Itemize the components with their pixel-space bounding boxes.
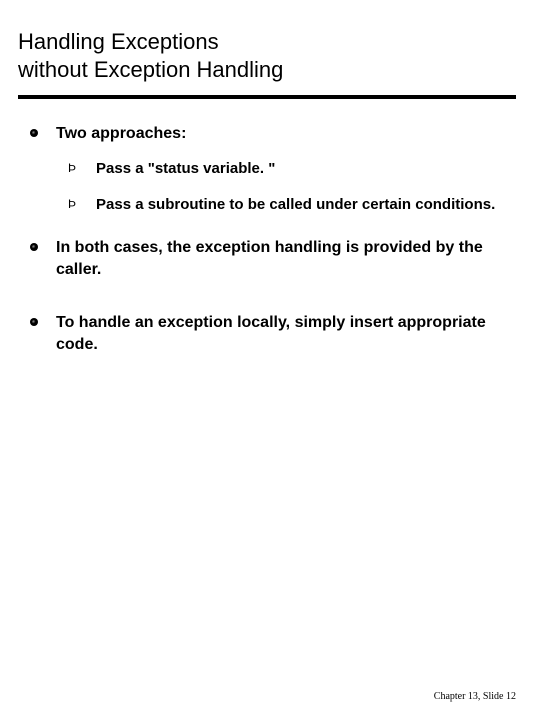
spacer [30, 294, 516, 312]
bullet-item: Two approaches: [30, 123, 516, 145]
sub-bullet-item: Þ Pass a subroutine to be called under c… [68, 195, 516, 215]
slide-footer: Chapter 13, Slide 12 [434, 691, 516, 702]
slide: Handling Exceptions without Exception Ha… [0, 0, 540, 720]
bullet-item: In both cases, the exception handling is… [30, 237, 516, 280]
title-line-2: without Exception Handling [18, 57, 283, 82]
bullet-text: Two approaches: [56, 123, 186, 145]
sub-bullet-icon: Þ [68, 162, 82, 179]
slide-content: Two approaches: Þ Pass a "status variabl… [18, 123, 516, 355]
sub-bullet-text: Pass a subroutine to be called under cer… [96, 195, 495, 215]
title-divider [18, 95, 516, 99]
sub-bullet-list: Þ Pass a "status variable. " Þ Pass a su… [68, 159, 516, 216]
slide-title: Handling Exceptions without Exception Ha… [18, 28, 516, 83]
sub-bullet-icon: Þ [68, 198, 82, 215]
sub-bullet-item: Þ Pass a "status variable. " [68, 159, 516, 179]
bullet-dot-icon [30, 318, 38, 326]
title-line-1: Handling Exceptions [18, 29, 219, 54]
bullet-dot-icon [30, 129, 38, 137]
sub-bullet-text: Pass a "status variable. " [96, 159, 275, 179]
bullet-text: In both cases, the exception handling is… [56, 237, 516, 280]
bullet-dot-icon [30, 243, 38, 251]
bullet-text: To handle an exception locally, simply i… [56, 312, 516, 355]
bullet-item: To handle an exception locally, simply i… [30, 312, 516, 355]
